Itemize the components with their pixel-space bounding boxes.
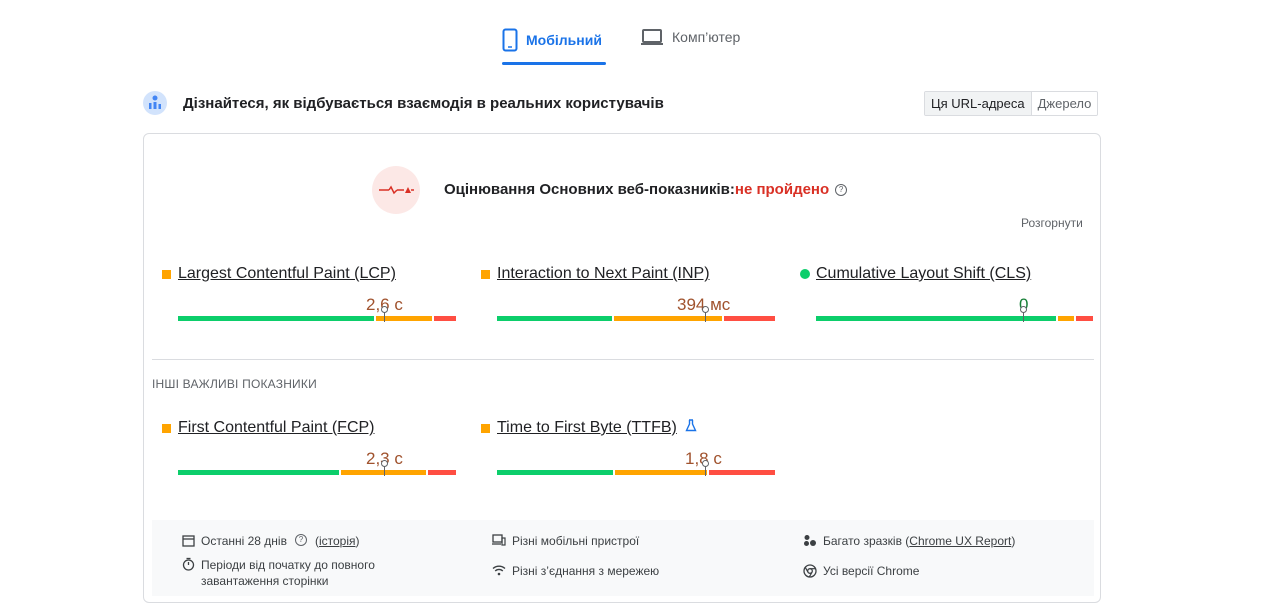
bar-average — [615, 470, 707, 475]
toggle-this-url[interactable]: Ця URL-адреса — [925, 92, 1032, 115]
metric-fcp-name[interactable]: First Contentful Paint (FCP) — [178, 419, 375, 437]
tab-mobile[interactable]: Мобільний — [502, 28, 602, 52]
calendar-icon — [181, 534, 195, 548]
crux-link[interactable]: Chrome UX Report — [909, 534, 1011, 548]
bar-marker — [1020, 306, 1027, 322]
metric-status-square — [481, 424, 490, 433]
footer-connections-text: Різні з’єднання з мережею — [512, 564, 660, 578]
metric-inp: Interaction to Next Paint (INP) 394 мс — [481, 265, 775, 335]
tab-desktop-label: Комп’ютер — [672, 29, 741, 45]
footer-devices: Різні мобільні пристрої — [492, 534, 639, 548]
laptop-icon — [641, 29, 663, 45]
help-icon[interactable]: ? — [294, 534, 307, 546]
bar-good — [178, 470, 339, 475]
footer-chrome-versions-text: Усі версії Chrome — [823, 564, 920, 578]
metric-ttfb-bar — [497, 460, 775, 476]
footer-connections: Різні з’єднання з мережею — [492, 564, 659, 578]
bar-good — [497, 316, 612, 321]
samples-icon — [803, 534, 817, 548]
bar-poor — [1076, 316, 1093, 321]
metric-status-dot — [800, 269, 810, 279]
cwv-fail-badge — [372, 166, 420, 214]
history-link[interactable]: історія — [319, 534, 356, 548]
cwv-assessment-status: не пройдено — [734, 181, 830, 198]
footer-chrome-versions: Усі версії Chrome — [803, 564, 919, 578]
metric-status-square — [481, 270, 490, 279]
cwv-fail-icon — [379, 185, 414, 195]
section-divider — [152, 359, 1094, 360]
footer-samples: Багато зразків (Chrome UX Report) — [803, 534, 1015, 548]
bar-marker — [702, 460, 709, 476]
metric-ttfb: Time to First Byte (TTFB) 1,8 с — [481, 419, 775, 489]
cwv-assessment-label: Оцінювання Основних веб-показників: — [444, 181, 735, 198]
footer-samples-suffix: ) — [1011, 534, 1016, 548]
footer-history-wrap: (історія) — [314, 534, 360, 548]
metric-fcp: First Contentful Paint (FCP) 2,3 с — [162, 419, 456, 489]
tab-mobile-label: Мобільний — [526, 32, 602, 48]
bar-good — [178, 316, 374, 321]
metric-status-square — [162, 424, 171, 433]
bar-poor — [709, 470, 775, 475]
metric-ttfb-name[interactable]: Time to First Byte (TTFB) — [497, 419, 677, 437]
footer-devices-text: Різні мобільні пристрої — [512, 534, 640, 548]
bar-marker — [381, 460, 388, 476]
metric-cls-bar — [816, 306, 1094, 322]
tab-desktop[interactable]: Комп’ютер — [640, 28, 740, 46]
footer-load-periods: Періоди від початку до повного завантаже… — [181, 557, 411, 589]
other-metrics-label: ІНШІ ВАЖЛИВІ ПОКАЗНИКИ — [152, 377, 317, 391]
bar-good — [816, 316, 1056, 321]
expand-button[interactable]: Розгорнути — [1021, 216, 1083, 230]
metric-status-square — [162, 270, 171, 279]
bar-marker — [381, 306, 388, 322]
metric-inp-bar — [497, 306, 775, 322]
field-data-icon — [143, 91, 167, 115]
field-data-title: Дізнайтеся, як відбувається взаємодія в … — [183, 95, 664, 112]
metric-lcp: Largest Contentful Paint (LCP) 2,6 с — [162, 265, 456, 335]
scope-toggle: Ця URL-адреса Джерело — [924, 91, 1099, 116]
metric-lcp-name[interactable]: Largest Contentful Paint (LCP) — [178, 265, 396, 283]
bar-poor — [434, 316, 456, 321]
tab-active-indicator — [502, 62, 606, 65]
bar-average — [1058, 316, 1074, 321]
chrome-icon — [803, 564, 817, 578]
footer-samples-prefix: Багато зразків ( — [823, 534, 910, 548]
footer-samples-text: Багато зразків (Chrome UX Report) — [823, 534, 1015, 548]
metric-inp-name[interactable]: Interaction to Next Paint (INP) — [497, 265, 710, 283]
metric-lcp-bar — [178, 306, 456, 322]
stopwatch-icon — [181, 557, 195, 571]
devices-icon — [492, 534, 506, 548]
bar-good — [497, 470, 613, 475]
metric-cls-name[interactable]: Cumulative Layout Shift (CLS) — [816, 265, 1031, 283]
toggle-origin[interactable]: Джерело — [1031, 92, 1098, 115]
experimental-flask-icon — [685, 419, 697, 435]
bar-marker — [702, 306, 709, 322]
bar-poor — [428, 470, 456, 475]
help-icon[interactable]: ? — [835, 184, 848, 197]
footer-period-text: Останні 28 днів — [201, 534, 287, 548]
footer-period: Останні 28 днів ? (історія) — [181, 534, 360, 548]
phone-icon — [502, 28, 518, 52]
metric-fcp-bar — [178, 460, 456, 476]
wifi-icon — [492, 564, 506, 578]
cwv-assessment-title: Оцінювання Основних веб-показників:не пр… — [444, 181, 848, 198]
metric-cls: Cumulative Layout Shift (CLS) 0 — [800, 265, 1093, 335]
bar-poor — [724, 316, 775, 321]
footer-load-periods-text: Періоди від початку до повного завантаже… — [201, 558, 375, 588]
